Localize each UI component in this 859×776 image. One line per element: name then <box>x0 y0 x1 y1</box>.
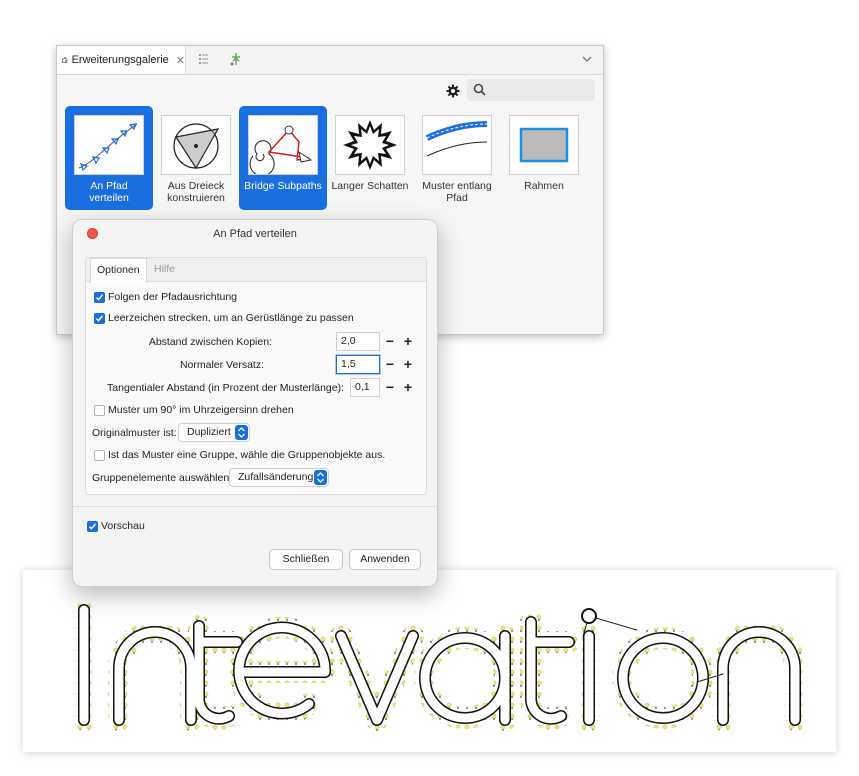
tangential-offset-decrement-button[interactable]: − <box>382 378 398 397</box>
frame-icon <box>519 127 569 163</box>
close-button[interactable]: Schließen <box>269 549 343 570</box>
extension-thumbnail <box>74 115 144 175</box>
select-arrows-icon <box>314 470 327 485</box>
search-icon <box>473 83 486 96</box>
label-line-1: Langer Schatten <box>331 180 409 192</box>
tab-close-icon[interactable]: ✕ <box>176 54 185 67</box>
spacing-input[interactable]: 2,0 <box>336 332 380 351</box>
dialog-titlebar: An Pfad verteilen <box>73 220 437 246</box>
checkmark-icon <box>95 314 104 322</box>
apply-button[interactable]: Anwenden <box>349 549 421 570</box>
extension-item-label: An Pfad verteilen <box>65 180 153 204</box>
group-objects-label: Ist das Muster eine Gruppe, wähle die Gr… <box>108 449 386 461</box>
dialog-tab-bar: Optionen Hilfe <box>86 258 426 283</box>
original-pattern-label: Originalmuster ist: <box>92 427 177 439</box>
starburst-icon <box>343 120 397 170</box>
extension-item-label: Aus Dreieck konstruieren <box>152 180 240 204</box>
normal-offset-input[interactable]: 1,5 <box>336 355 380 374</box>
group-objects-row[interactable]: Ist das Muster eine Gruppe, wähle die Gr… <box>94 449 385 461</box>
list-icon[interactable] <box>197 52 211 66</box>
label-line-1: Rahmen <box>524 180 564 192</box>
options-panel: Optionen Hilfe Folgen der Pfadausrichtun… <box>85 257 427 495</box>
gear-icon[interactable] <box>446 84 460 98</box>
divider <box>73 506 437 507</box>
preview-checkbox[interactable] <box>87 520 98 532</box>
label-line-1: Bridge Subpaths <box>244 180 322 192</box>
preview-label: Vorschau <box>101 520 145 532</box>
tangential-offset-input[interactable]: 0,1 <box>350 378 380 397</box>
tangential-offset-label: Tangentialer Abstand (in Prozent der Mus… <box>107 382 344 394</box>
follow-path-row[interactable]: Folgen der Pfadausrichtung <box>94 291 237 303</box>
follow-path-checkbox[interactable] <box>94 291 105 303</box>
triangle-circle-icon <box>173 123 220 170</box>
tab-label: Erweiterungsgalerie <box>71 54 169 66</box>
group-select-label: Gruppenelemente auswählen: <box>92 472 233 484</box>
extension-thumbnail <box>335 115 405 175</box>
tab-options[interactable]: Optionen <box>90 258 147 283</box>
original-pattern-value: Dupliziert <box>187 426 231 438</box>
gallery-tab-bar: Erweiterungsgalerie ✕ <box>57 46 603 75</box>
select-arrows-icon <box>235 425 248 440</box>
align-nodes-icon[interactable] <box>229 52 243 66</box>
group-objects-checkbox[interactable] <box>94 449 105 461</box>
extension-item-long-shadow[interactable]: Langer Schatten <box>326 106 414 210</box>
extension-item-label: Rahmen <box>500 180 588 192</box>
extension-item-construct-from-triangle[interactable]: Aus Dreieck konstruieren <box>152 106 240 210</box>
drawing-canvas[interactable] <box>23 570 836 752</box>
follow-path-label: Folgen der Pfadausrichtung <box>108 291 237 303</box>
label-line-2: Pfad <box>446 192 468 204</box>
spacing-label: Abstand zwischen Kopien: <box>148 336 272 348</box>
rotate-90-checkbox[interactable] <box>94 404 105 416</box>
normal-offset-increment-button[interactable]: + <box>400 355 416 374</box>
stretch-spaces-checkbox[interactable] <box>94 312 105 324</box>
spacing-increment-button[interactable]: + <box>400 332 416 351</box>
group-select-dropdown[interactable]: Zufallsänderung <box>229 468 329 487</box>
rotate-90-row[interactable]: Muster um 90° im Uhrzeigersinn drehen <box>94 404 294 416</box>
search-input[interactable] <box>467 79 595 101</box>
label-line-1: Aus Dreieck <box>167 180 225 192</box>
extension-item-frame[interactable]: Rahmen <box>500 106 588 210</box>
chevron-down-icon[interactable] <box>581 53 593 65</box>
extension-item-pattern-along-path[interactable]: An Pfad verteilen <box>65 106 153 210</box>
greek-pattern-icon <box>425 121 488 157</box>
normal-offset-label: Normaler Versatz: <box>179 359 264 371</box>
tangential-offset-increment-button[interactable]: + <box>400 378 416 397</box>
extension-item-label: Muster entlang Pfad <box>413 180 501 204</box>
extension-item-bridge-subpaths[interactable]: Bridge Subpaths <box>239 106 327 210</box>
group-select-value: Zufallsänderung <box>238 471 314 483</box>
normal-offset-decrement-button[interactable]: − <box>382 355 398 374</box>
tab-extension-gallery[interactable]: Erweiterungsgalerie ✕ <box>57 46 186 74</box>
stretch-spaces-label: Leerzeichen strecken, um an Gerüstlänge … <box>108 312 354 324</box>
original-pattern-select[interactable]: Dupliziert <box>178 423 250 442</box>
label-line-1: Muster entlang <box>422 180 492 192</box>
distribute-on-path-icon <box>78 123 138 172</box>
extension-item-pattern-along-path-2[interactable]: Muster entlang Pfad <box>413 106 501 210</box>
checkmark-icon <box>88 522 97 530</box>
extension-thumbnail <box>422 115 492 175</box>
label-line-1: An Pfad <box>90 180 128 192</box>
bridge-subpaths-icon <box>249 125 313 177</box>
gallery-toolbar <box>57 75 603 107</box>
extension-thumbnail <box>161 115 231 175</box>
extension-thumbnail <box>248 115 318 177</box>
intevation-artwork <box>73 599 806 731</box>
distribute-on-path-dialog: An Pfad verteilen Optionen Hilfe Folgen … <box>72 219 438 587</box>
tab-help[interactable]: Hilfe <box>148 258 181 281</box>
spacing-decrement-button[interactable]: − <box>382 332 398 351</box>
extension-item-label: Bridge Subpaths <box>239 180 327 192</box>
rotate-90-label: Muster um 90° im Uhrzeigersinn drehen <box>108 404 294 416</box>
label-line-2: konstruieren <box>167 192 225 204</box>
extension-thumbnail <box>509 115 579 175</box>
extension-item-label: Langer Schatten <box>326 180 414 192</box>
preview-row[interactable]: Vorschau <box>87 520 145 532</box>
puzzle-icon <box>62 57 68 64</box>
dialog-title: An Pfad verteilen <box>213 228 297 240</box>
label-line-2: verteilen <box>89 192 129 204</box>
stretch-spaces-row[interactable]: Leerzeichen strecken, um an Gerüstlänge … <box>94 312 354 324</box>
checkmark-icon <box>95 293 104 301</box>
